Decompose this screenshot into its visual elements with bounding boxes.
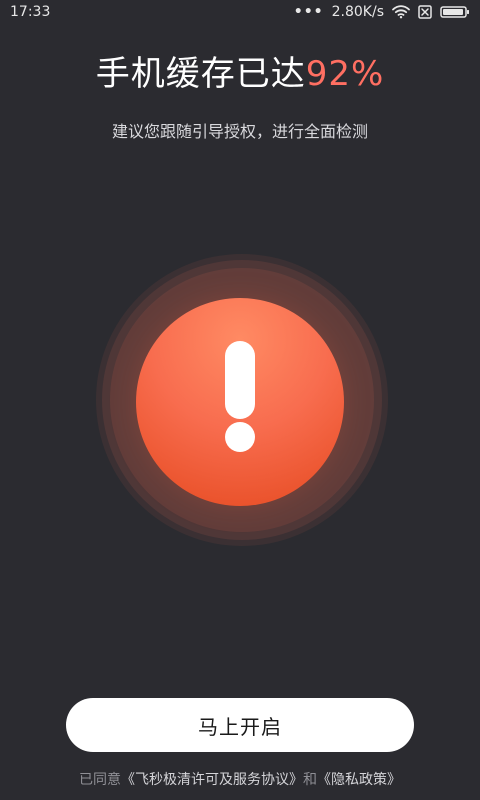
agreement-joiner: 和 [303, 772, 317, 788]
privacy-policy-link[interactable]: 《隐私政策》 [317, 772, 401, 788]
status-left: 17:33 [10, 4, 50, 20]
wifi-icon [392, 5, 410, 19]
alert-icon [225, 341, 255, 452]
sim-icon [418, 5, 432, 19]
agreement-text: 已同意《飞秒极清许可及服务协议》和《隐私政策》 [0, 769, 480, 789]
status-bar: 17:33 ••• 2.80K/s [0, 0, 480, 24]
page-title: 手机缓存已达92% [0, 54, 480, 94]
title-prefix: 手机缓存已达 [95, 54, 306, 94]
agreement-prefix: 已同意 [79, 772, 121, 788]
alert-circle [136, 298, 344, 506]
network-speed: 2.80K/s [331, 4, 384, 20]
status-right: ••• 2.80K/s [294, 4, 470, 20]
alert-graphic [0, 240, 480, 560]
more-icon: ••• [293, 4, 324, 20]
enable-now-button[interactable]: 马上开启 [66, 698, 414, 752]
page-subtitle: 建议您跟随引导授权，进行全面检测 [111, 122, 368, 141]
service-agreement-link[interactable]: 《飞秒极清许可及服务协议》 [121, 772, 303, 788]
battery-icon [440, 5, 470, 19]
title-percent: 92% [305, 54, 385, 94]
status-time: 17:33 [10, 4, 51, 20]
